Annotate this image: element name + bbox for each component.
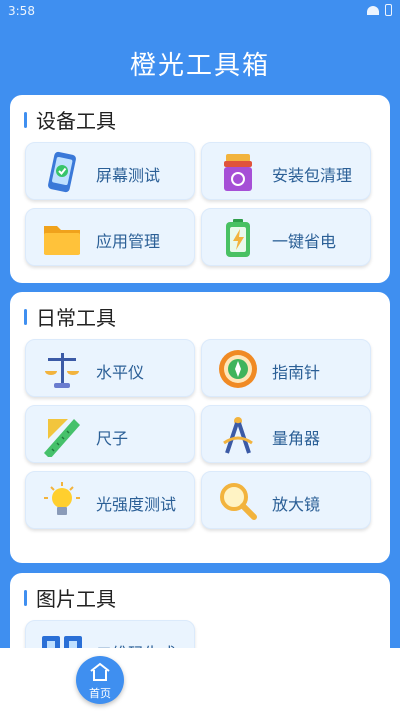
section-title-text: 日常工具 (36, 306, 116, 330)
section-title-bar (24, 111, 27, 128)
tool-power-saver[interactable]: 一键省电 (201, 208, 371, 266)
status-icons (367, 4, 392, 16)
tool-level[interactable]: 水平仪 (25, 339, 195, 397)
tool-protractor[interactable]: 量角器 (201, 405, 371, 463)
balance-scale-icon (45, 353, 79, 388)
status-bar: 3:58 (0, 0, 400, 24)
tool-label: 屏幕测试 (96, 166, 161, 185)
battery-status-icon (385, 4, 392, 16)
recycle-box-icon (224, 154, 252, 191)
section-title: 设备工具 (24, 105, 116, 134)
battery-icon (226, 219, 250, 257)
status-time: 3:58 (8, 4, 35, 18)
wifi-icon (367, 5, 379, 15)
section-title-text: 设备工具 (36, 109, 116, 133)
compass-icon (219, 350, 257, 388)
tool-screen-test[interactable]: 屏幕测试 (25, 142, 195, 200)
section-title-bar (24, 308, 27, 325)
tool-label: 水平仪 (96, 363, 145, 382)
home-tab-button[interactable]: 首页 (76, 656, 124, 704)
home-tab-label: 首页 (89, 687, 111, 700)
tool-label: 一键省电 (272, 232, 337, 251)
tool-compass[interactable]: 指南针 (201, 339, 371, 397)
tool-label: 尺子 (96, 429, 129, 448)
bottom-nav (0, 648, 400, 711)
divider-compass-icon (223, 417, 253, 454)
home-icon (90, 662, 110, 681)
light-bulb-icon (44, 482, 80, 515)
ruler-icon (44, 419, 80, 457)
magnifier-icon (220, 483, 257, 520)
app-title: 橙光工具箱 (129, 51, 270, 81)
section-device-tools: 设备工具 屏幕测试 安装包清理 应用管理 一键省电 (10, 95, 390, 283)
section-title-bar (24, 589, 27, 606)
tool-package-cleaner[interactable]: 安装包清理 (201, 142, 371, 200)
folder-icon (44, 226, 80, 255)
section-title: 图片工具 (24, 583, 116, 612)
tool-label: 光强度测试 (96, 495, 177, 514)
tool-label: 量角器 (272, 429, 321, 448)
tool-label: 应用管理 (96, 232, 161, 251)
section-daily-tools: 日常工具 水平仪 指南针 尺子 量角器 光强度测试 放大镜 (10, 292, 390, 563)
phone-check-icon (48, 151, 76, 193)
tool-magnifier[interactable]: 放大镜 (201, 471, 371, 529)
tool-label: 指南针 (272, 363, 321, 382)
tool-ruler[interactable]: 尺子 (25, 405, 195, 463)
tool-light-meter[interactable]: 光强度测试 (25, 471, 195, 529)
tool-app-manager[interactable]: 应用管理 (25, 208, 195, 266)
tool-label: 放大镜 (272, 495, 321, 514)
tool-label: 安装包清理 (272, 166, 353, 185)
section-title: 日常工具 (24, 302, 116, 331)
section-title-text: 图片工具 (36, 587, 116, 611)
